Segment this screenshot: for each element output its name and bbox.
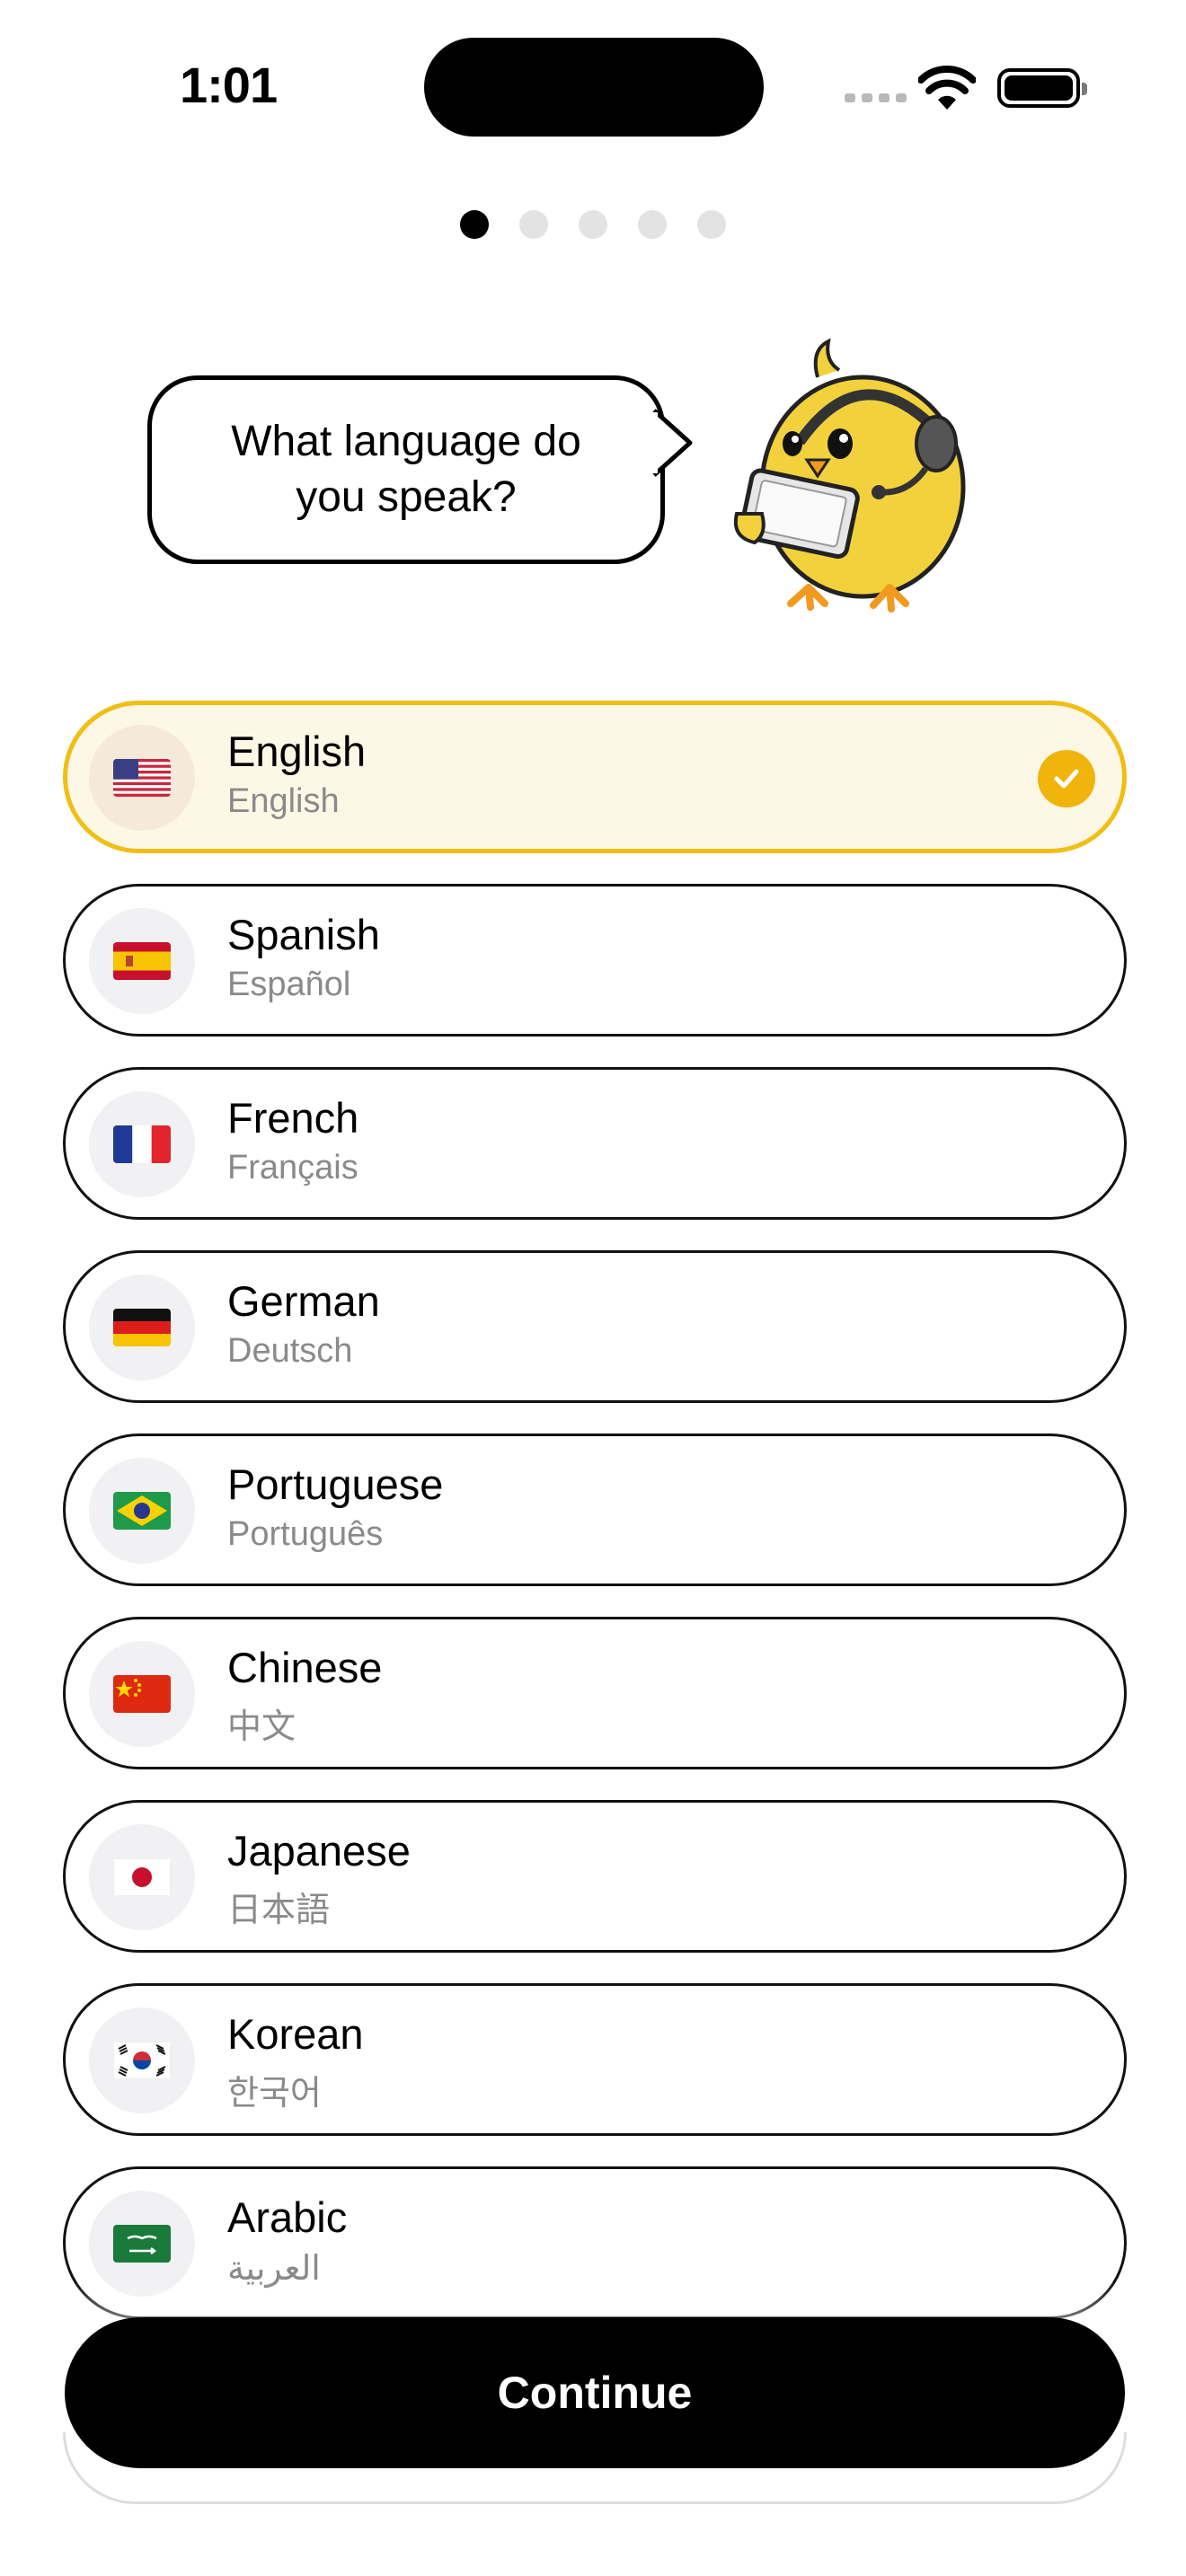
language-native-name: Español (227, 966, 351, 1003)
page-indicator (460, 210, 726, 239)
cn-flag-icon (113, 1675, 171, 1713)
flag-container (89, 725, 195, 831)
flag-container (89, 1458, 195, 1564)
page-dot-4 (638, 210, 667, 239)
flag-container (89, 908, 195, 1014)
language-native-name: 日本語 (227, 1892, 331, 1929)
de-flag-icon (113, 1309, 171, 1346)
language-name: Korean (227, 2010, 364, 2058)
br-flag-icon (113, 1492, 171, 1530)
language-option-german[interactable]: German Deutsch (63, 1250, 1127, 1403)
language-name: English (227, 728, 367, 775)
status-time: 1:01 (180, 57, 278, 113)
speech-bubble-tail (652, 409, 693, 477)
checkmark-icon (1038, 750, 1095, 807)
language-name: German (227, 1277, 380, 1325)
flag-container (89, 2007, 195, 2113)
language-native-name: 中文 (227, 1708, 296, 1746)
language-option-korean[interactable]: Korean 한국어 (63, 1983, 1127, 2136)
cellular-signal-icon (845, 93, 907, 102)
wifi-icon (918, 66, 976, 110)
dynamic-island (424, 38, 764, 137)
language-option-english[interactable]: English English (63, 701, 1127, 853)
language-option-japanese[interactable]: Japanese 日本語 (63, 1800, 1127, 1953)
page-dot-2 (519, 210, 548, 239)
flag-container (89, 1275, 195, 1381)
language-option-french[interactable]: French Français (63, 1067, 1127, 1220)
language-option-portuguese[interactable]: Portuguese Português (63, 1434, 1127, 1586)
language-native-name: English (227, 782, 340, 820)
language-name: Arabic (227, 2193, 348, 2241)
es-flag-icon (113, 942, 171, 980)
language-name: Spanish (227, 911, 380, 958)
fr-flag-icon (113, 1125, 171, 1163)
page-dot-3 (579, 210, 607, 239)
chick-mascot-icon (734, 338, 966, 613)
battery-icon (997, 68, 1087, 108)
language-native-name: Português (227, 1515, 384, 1553)
language-name: French (227, 1094, 359, 1142)
language-option-chinese[interactable]: Chinese 中文 (63, 1617, 1127, 1769)
language-native-name: 한국어 (227, 2075, 322, 2113)
language-native-name: Deutsch (227, 1332, 353, 1370)
language-name: Portuguese (227, 1460, 444, 1508)
speech-bubble: What language do you speak? (147, 375, 665, 564)
us-flag-icon (113, 759, 171, 797)
language-name: Japanese (227, 1827, 411, 1875)
language-option-spanish[interactable]: Spanish Español (63, 884, 1127, 1037)
page-dot-5 (697, 210, 726, 239)
sa-flag-icon (113, 2225, 171, 2263)
jp-flag-icon (113, 1858, 171, 1896)
continue-button[interactable]: Continue (65, 2317, 1125, 2468)
flag-container (89, 1641, 195, 1747)
flag-container (89, 1091, 195, 1197)
language-native-name: Français (227, 1149, 358, 1187)
flag-container (89, 1824, 195, 1930)
prompt-text: What language do you speak? (231, 418, 581, 521)
kr-flag-icon (113, 2042, 171, 2079)
page-dot-1 (460, 210, 489, 239)
language-name: Chinese (227, 1644, 383, 1691)
